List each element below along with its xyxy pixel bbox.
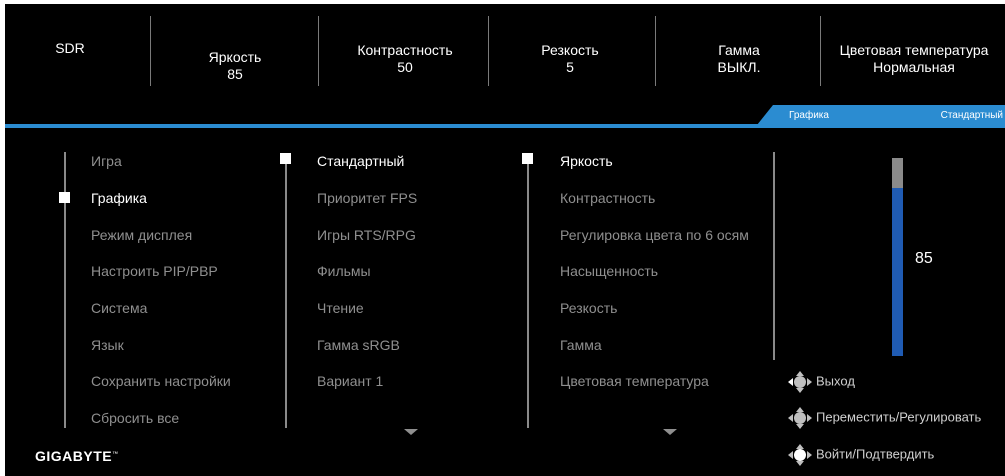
joystick-press-icon [788, 444, 812, 466]
mode-item-standard[interactable]: Стандартный [317, 152, 404, 170]
settings-menu-rail [527, 164, 529, 428]
mode-item-fps[interactable]: Приоритет FPS [317, 189, 417, 207]
status-sdr-label: SDR [55, 40, 85, 56]
status-divider [488, 16, 489, 86]
status-color-temp: Цветовая температура Нормальная [823, 42, 1005, 76]
brightness-slider[interactable] [892, 158, 903, 356]
status-bar: SDR Яркость 85 Контрастность 50 Резкость… [5, 4, 1005, 99]
main-menu-item-pip-pbp[interactable]: Настроить PIP/PBP [91, 262, 218, 280]
joystick-left-icon [788, 371, 812, 393]
main-menu-item-picture[interactable]: Графика [91, 189, 147, 207]
brightness-slider-value: 85 [915, 250, 933, 267]
status-contrast: Контрастность 50 [325, 42, 485, 76]
main-menu-item-language[interactable]: Язык [91, 336, 124, 354]
status-color-temp-value: Нормальная [873, 59, 955, 75]
status-sharpness-label: Резкость [541, 42, 599, 58]
setting-item-sharpness[interactable]: Резкость [560, 299, 617, 317]
status-contrast-value: 50 [397, 59, 413, 75]
main-menu-item-display-mode[interactable]: Режим дисплея [91, 226, 192, 244]
hint-enter: Войти/Подтвердить [788, 444, 934, 466]
status-divider [820, 16, 821, 86]
setting-item-brightness[interactable]: Яркость [560, 152, 613, 170]
status-gamma: Гамма ВЫКЛ. [673, 42, 805, 76]
status-sharpness-value: 5 [566, 59, 574, 75]
value-panel-rail [773, 152, 775, 360]
setting-item-gamma[interactable]: Гамма [560, 336, 602, 354]
scroll-down-arrow-icon[interactable] [663, 429, 677, 435]
setting-item-saturation[interactable]: Насыщенность [560, 262, 658, 280]
setting-item-color-temp[interactable]: Цветовая температура [560, 372, 709, 390]
mode-item-rts-rpg[interactable]: Игры RTS/RPG [317, 226, 416, 244]
gigabyte-logo: GIGABYTE™ [35, 448, 119, 464]
status-sharpness: Резкость 5 [505, 42, 635, 76]
status-divider [318, 16, 319, 86]
status-contrast-label: Контрастность [357, 42, 453, 58]
main-menu-selection-marker [59, 192, 70, 203]
main-menu-item-game[interactable]: Игра [91, 152, 122, 170]
setting-item-six-axis[interactable]: Регулировка цвета по 6 осям [560, 226, 749, 244]
status-sdr: SDR [35, 40, 105, 57]
main-menu-item-system[interactable]: Система [91, 299, 147, 317]
main-menu-item-save-settings[interactable]: Сохранить настройки [91, 372, 231, 390]
settings-menu-selection-marker [522, 153, 533, 164]
setting-item-contrast[interactable]: Контрастность [560, 189, 655, 207]
mode-item-custom1[interactable]: Вариант 1 [317, 372, 383, 390]
mode-tab: Графика Стандартный [757, 105, 1005, 125]
status-color-temp-label: Цветовая температура [839, 42, 989, 58]
hint-exit-label: Выход [816, 373, 855, 389]
mode-item-movie[interactable]: Фильмы [317, 262, 371, 280]
status-brightness-value: 85 [227, 66, 243, 82]
mode-menu-selection-marker [280, 153, 291, 164]
hint-exit: Выход [788, 371, 855, 393]
header-divider [5, 124, 1005, 128]
mode-tab-mode: Стандартный [940, 110, 1003, 121]
status-divider [150, 16, 151, 86]
mode-item-reader[interactable]: Чтение [317, 299, 364, 317]
scroll-down-arrow-icon[interactable] [404, 429, 418, 435]
status-divider [655, 16, 656, 86]
joystick-move-icon [788, 407, 812, 429]
main-menu-item-reset-all[interactable]: Сбросить все [91, 409, 179, 427]
status-gamma-value: ВЫКЛ. [717, 59, 761, 75]
status-brightness: Яркость 85 [175, 49, 295, 83]
mode-menu-rail [285, 164, 287, 428]
mode-tab-category: Графика [789, 110, 829, 121]
osd-window: SDR Яркость 85 Контрастность 50 Резкость… [5, 4, 1005, 476]
hint-move-label: Переместить/Регулировать [816, 409, 982, 425]
brightness-slider-fill [892, 187, 903, 356]
status-brightness-label: Яркость [208, 49, 262, 65]
status-gamma-label: Гамма [718, 42, 760, 58]
hint-enter-label: Войти/Подтвердить [816, 446, 935, 462]
hint-move: Переместить/Регулировать [788, 407, 981, 429]
mode-item-srgb[interactable]: Гамма sRGB [317, 336, 400, 354]
